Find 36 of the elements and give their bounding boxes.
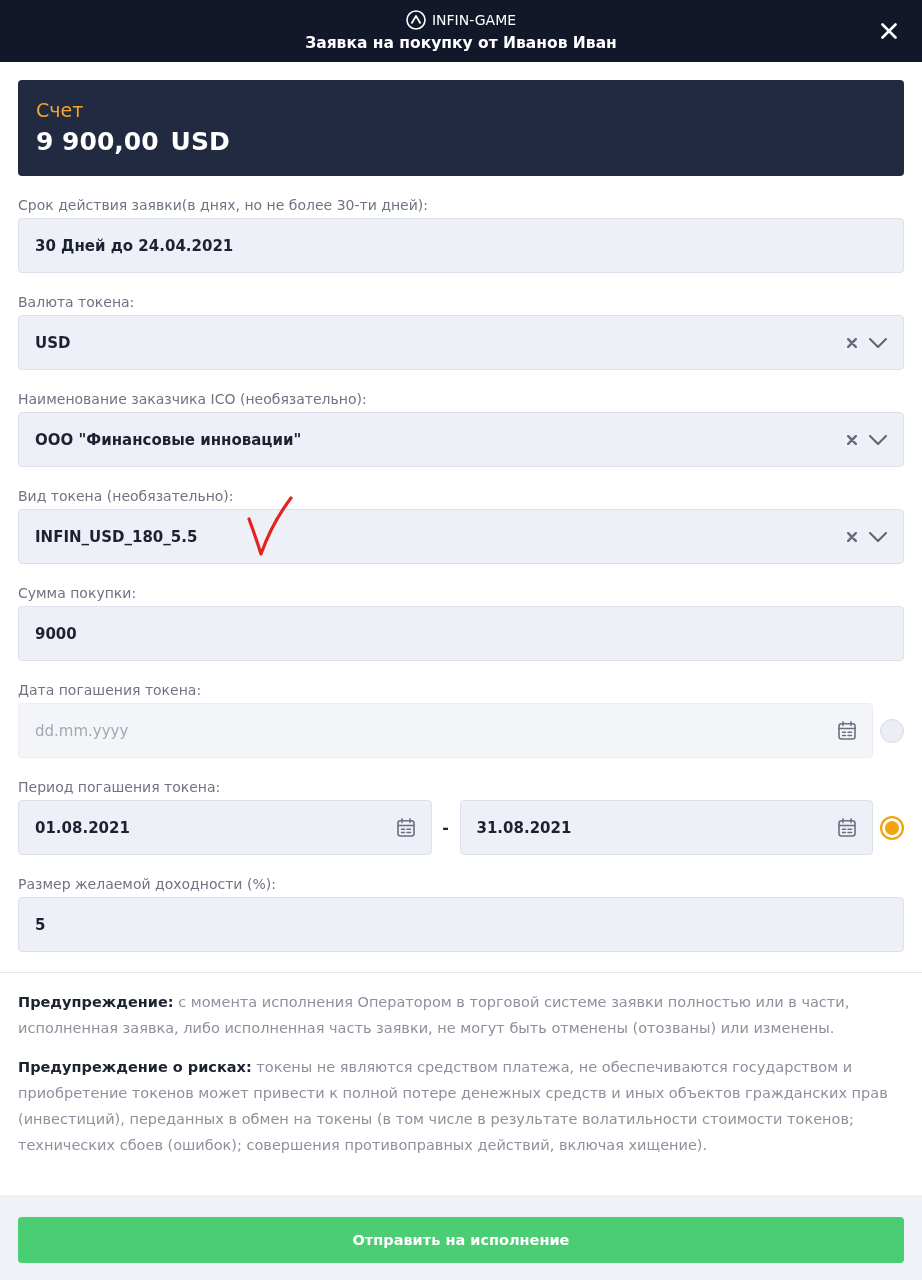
chevron-down-icon[interactable] <box>869 531 887 542</box>
field-label: Размер желаемой доходности (%): <box>18 875 277 893</box>
chevron-down-icon[interactable] <box>869 434 887 445</box>
field-label: Период погашения токена: <box>18 778 222 796</box>
clear-icon[interactable] <box>847 337 857 348</box>
field-label: Наименование заказчика ICO (необязательно): <box>18 390 368 408</box>
select-field[interactable]: ООО "Финансовые инновации" <box>18 412 904 467</box>
warning-text: Предупреждение о рисках: токены не являются средством платежа, не обеспечиваются государством и приобретение токенов может привести к полной потере денежных средств и иных объектов гражданских прав (инвестиций), переданных в обмен на токены (в том числе в результате волатильности стоимости токенов; технических сбоев (ошибок); совершения противоправных действий, включая хищение). <box>18 1058 889 1155</box>
input-field[interactable]: 30 Дней до 24.04.2021 <box>18 218 904 273</box>
chevron-down-icon[interactable] <box>869 337 887 348</box>
field-label: Сумма покупки: <box>18 584 138 602</box>
select-field[interactable]: USD <box>18 315 904 370</box>
clear-icon[interactable] <box>847 531 857 542</box>
calendar-icon[interactable] <box>396 818 415 837</box>
brand-name: INFIN-GAME <box>431 10 517 29</box>
calendar-icon[interactable] <box>838 818 856 837</box>
date-field[interactable]: 01.08.2021 <box>18 800 432 855</box>
field-label: Дата погашения токена: <box>18 681 203 699</box>
field-label: Валюта токена: <box>18 293 136 311</box>
handwritten-check-icon <box>246 495 294 557</box>
account-amount: 9 900,00 <box>36 126 159 158</box>
account-label: Счет <box>36 98 85 123</box>
select-field[interactable]: INFIN_USD_180_5.5 <box>18 509 904 564</box>
warning-text: Предупреждение: с момента исполнения Оператором в торговой системе заявки полностью или в части, исполненная заявка, либо исполненная часть заявки, не могут быть отменены (отозваны) или изменены. <box>18 993 851 1038</box>
clear-icon[interactable] <box>847 434 857 445</box>
dialog-title: Заявка на покупку от Иванов Иван <box>305 32 617 53</box>
date-field[interactable]: 31.08.2021 <box>459 800 873 855</box>
close-button[interactable] <box>881 23 897 39</box>
range-separator: - <box>441 818 450 837</box>
account-currency: USD <box>170 126 230 158</box>
field-label: Вид токена (необязательно): <box>18 487 235 505</box>
input-field[interactable]: 5 <box>18 897 904 952</box>
logo-icon <box>405 9 426 30</box>
field-label: Срок действия заявки(в днях, но не более 30-ти дней): <box>18 196 429 214</box>
input-field[interactable]: 9000 <box>18 606 904 661</box>
radio-button[interactable] <box>880 815 904 840</box>
